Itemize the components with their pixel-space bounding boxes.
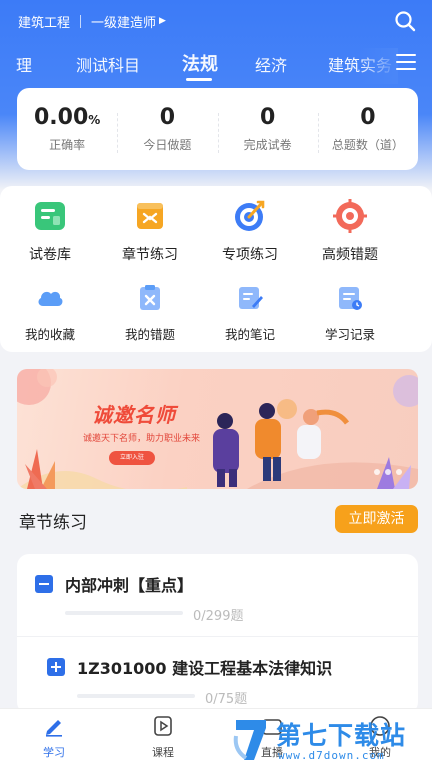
stats-card: 0.00% 正确率 0 今日做题 0 完成试卷 0 总题数（道） <box>17 88 418 170</box>
tab-economics[interactable]: 经济 <box>255 52 287 76</box>
activate-button[interactable]: 立即激活 <box>335 505 418 533</box>
topbar-divider <box>80 14 82 28</box>
stat-accuracy: 0.00% 正确率 <box>17 105 117 153</box>
chapter-count: 0/75题 <box>205 692 248 707</box>
active-tab-indicator <box>186 78 212 81</box>
function-label: 高频错题 <box>322 247 378 263</box>
study-record-icon <box>339 287 362 310</box>
watermark-text: 第七下载站 <box>276 721 407 750</box>
wrong-questions-icon <box>140 285 160 310</box>
nav-study[interactable]: 学习 <box>24 715 84 760</box>
my-favorites-button[interactable]: 我的收藏 <box>0 284 100 343</box>
subject-tabs: 理 测试科目 法规 经济 建筑实务 <box>0 48 432 84</box>
tabs-fade <box>358 48 398 84</box>
level-selector[interactable]: 一级建造师 ▶ <box>91 12 166 31</box>
chapter-title: 1Z301000 建设工程基本法律知识 <box>77 659 333 678</box>
subject-selector[interactable]: 建筑工程 <box>18 12 70 31</box>
watermark-url: www.d7down.com <box>278 749 385 762</box>
notes-icon <box>239 287 263 309</box>
stat-label: 正确率 <box>49 138 86 152</box>
chapter-row-1[interactable]: 1Z301000 建设工程基本法律知识 <box>47 655 332 679</box>
watermark-logo-icon <box>233 720 266 760</box>
stat-completed: 0 完成试卷 <box>217 105 318 153</box>
frequent-errors-icon <box>333 199 367 233</box>
carousel-dots <box>369 469 402 475</box>
function-label: 我的收藏 <box>24 327 75 342</box>
stat-value: 0 <box>159 105 176 130</box>
stat-total: 0 总题数（道） <box>317 105 418 153</box>
study-record-button[interactable]: 学习记录 <box>300 284 400 343</box>
exam-library-button[interactable]: 试卷库 <box>0 198 100 264</box>
function-label: 专项练习 <box>222 247 278 263</box>
function-label: 我的笔记 <box>224 327 275 342</box>
my-notes-button[interactable]: 我的笔记 <box>200 284 300 343</box>
banner-illustration <box>17 369 418 489</box>
menu-icon[interactable] <box>396 54 416 70</box>
stat-label: 今日做题 <box>143 138 192 152</box>
nav-course[interactable]: 课程 <box>133 715 193 760</box>
function-label: 章节练习 <box>122 247 178 263</box>
stat-value: 0 <box>360 105 376 130</box>
promo-banner[interactable]: 诚邀名师 诚邀天下名师，助力职业未来 立即入驻 <box>17 369 418 489</box>
chapter-count: 0/299题 <box>193 609 244 624</box>
banner-title: 诚邀名师 <box>92 403 176 427</box>
stat-today: 0 今日做题 <box>117 105 217 153</box>
chapter-progress-bar <box>77 694 195 698</box>
banner-subtitle: 诚邀天下名师，助力职业未来 <box>83 434 201 444</box>
collapse-icon[interactable] <box>35 575 53 593</box>
function-label: 我的错题 <box>124 327 175 342</box>
chapter-practice-icon <box>137 203 163 229</box>
chapter-row-0[interactable]: 内部冲刺【重点】 <box>35 572 193 596</box>
chapter-divider <box>17 636 418 637</box>
stat-label: 完成试卷 <box>243 138 292 152</box>
topbar: 建筑工程 一级建造师 ▶ <box>18 10 166 32</box>
section-title: 章节练习 <box>19 513 87 533</box>
tab-regulations[interactable]: 法规 <box>182 50 218 76</box>
search-icon[interactable] <box>394 10 416 32</box>
play-icon <box>154 716 172 736</box>
level-arrow-icon: ▶ <box>159 16 166 26</box>
watermark: 第七下载站 www.d7down.com <box>232 714 432 768</box>
function-label: 学习记录 <box>324 327 375 342</box>
stat-unit: % <box>88 113 101 127</box>
nav-label: 学习 <box>43 746 65 759</box>
tab-test-subjects[interactable]: 测试科目 <box>76 52 140 76</box>
special-practice-button[interactable]: 专项练习 <box>200 198 300 264</box>
chapter-list: 内部冲刺【重点】 0/299题 1Z301000 建设工程基本法律知识 0/75… <box>17 554 418 714</box>
my-wrong-questions-button[interactable]: 我的错题 <box>100 284 200 343</box>
banner-join-button[interactable]: 立即入驻 <box>109 451 155 465</box>
chapter-progress-bar <box>65 611 183 615</box>
function-grid: 试卷库 章节练习 专项练习 高频错题 我的收藏 我的错题 我的笔记 学习记录 <box>0 186 432 352</box>
stat-value: 0.00 <box>33 105 89 130</box>
expand-icon[interactable] <box>47 658 65 676</box>
frequent-errors-button[interactable]: 高频错题 <box>300 198 400 264</box>
stat-label: 总题数（道） <box>331 138 404 152</box>
chapter-practice-button[interactable]: 章节练习 <box>100 198 200 264</box>
target-icon <box>235 200 265 231</box>
nav-label: 课程 <box>152 746 174 759</box>
exam-library-icon <box>35 202 65 230</box>
chapter-title: 内部冲刺【重点】 <box>65 576 194 595</box>
pen-icon <box>46 720 62 737</box>
cloud-icon <box>38 291 63 306</box>
level-label: 一级建造师 <box>91 15 157 31</box>
tab-management[interactable]: 理 <box>16 52 32 76</box>
stat-value: 0 <box>259 105 276 130</box>
function-label: 试卷库 <box>29 247 71 263</box>
